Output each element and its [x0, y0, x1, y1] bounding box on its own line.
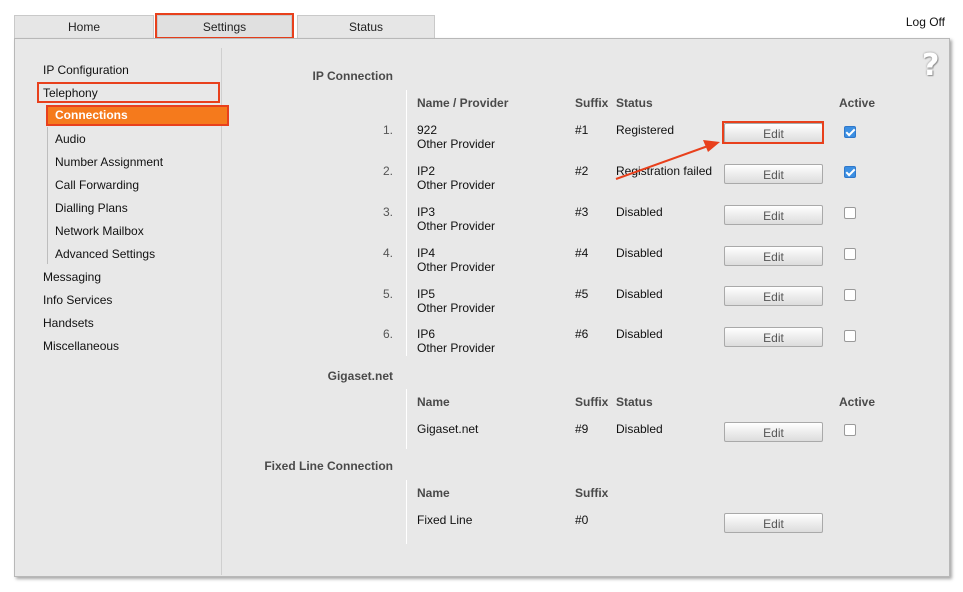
help-icon[interactable]: ?	[922, 48, 939, 83]
nav-call-forwarding[interactable]: Call Forwarding	[55, 178, 139, 192]
connection-suffix: #6	[575, 327, 589, 341]
connection-suffix: #1	[575, 123, 589, 137]
col-header-suffix: Suffix	[575, 96, 609, 110]
active-checkbox-ip4[interactable]	[844, 248, 856, 260]
row-number: 6.	[382, 327, 393, 341]
edit-button-ip1[interactable]: Edit	[724, 123, 823, 143]
ip-section-divider	[406, 90, 407, 356]
edit-button-ip6[interactable]: Edit	[724, 327, 823, 347]
ip-connection-title: IP Connection	[312, 69, 393, 83]
nav-handsets[interactable]: Handsets	[43, 316, 94, 330]
connection-status: Registration failed	[616, 164, 713, 178]
nav-network-mailbox[interactable]: Network Mailbox	[55, 224, 144, 238]
col-header-name: Name	[417, 395, 450, 409]
connection-suffix: #3	[575, 205, 589, 219]
nav-ip-configuration[interactable]: IP Configuration	[43, 63, 129, 77]
connection-status: Disabled	[616, 205, 663, 219]
connection-name: IP3	[417, 205, 436, 219]
nav-messaging[interactable]: Messaging	[43, 270, 101, 284]
nav-miscellaneous[interactable]: Miscellaneous	[43, 339, 119, 353]
connection-name: 922	[417, 123, 438, 137]
connection-name: Gigaset.net	[417, 422, 479, 436]
connection-name: IP2	[417, 164, 436, 178]
gigaset-net-title: Gigaset.net	[327, 369, 393, 383]
connection-provider: Other Provider	[417, 137, 496, 151]
connection-suffix: #2	[575, 164, 589, 178]
connection-status: Registered	[616, 123, 675, 137]
edit-button-ip2[interactable]: Edit	[724, 164, 823, 184]
connection-name: IP5	[417, 287, 436, 301]
connection-suffix: #9	[575, 422, 589, 436]
active-checkbox-ip2[interactable]	[844, 166, 856, 178]
connection-name: Fixed Line	[417, 513, 473, 527]
active-checkbox-ip3[interactable]	[844, 207, 856, 219]
col-header-name: Name	[417, 486, 450, 500]
fixed-section-divider	[406, 480, 407, 544]
col-header-active: Active	[839, 96, 876, 110]
edit-button-fixed-line[interactable]: Edit	[724, 513, 823, 533]
connection-provider: Other Provider	[417, 341, 496, 355]
connection-status: Disabled	[616, 422, 663, 436]
tab-settings[interactable]: Settings	[157, 15, 292, 38]
col-header-active: Active	[839, 395, 876, 409]
connection-provider: Other Provider	[417, 219, 496, 233]
col-header-suffix: Suffix	[575, 486, 609, 500]
submenu-divider	[47, 127, 48, 264]
connection-name: IP4	[417, 246, 436, 260]
gigaset-section-divider	[406, 389, 407, 449]
active-checkbox-ip5[interactable]	[844, 289, 856, 301]
tab-status[interactable]: Status	[297, 15, 435, 38]
active-checkbox-ip6[interactable]	[844, 330, 856, 342]
sidebar-divider	[221, 48, 222, 575]
connection-provider: Other Provider	[417, 260, 496, 274]
edit-button-ip4[interactable]: Edit	[724, 246, 823, 266]
connection-name: IP6	[417, 327, 436, 341]
connection-suffix: #4	[575, 246, 589, 260]
connection-status: Disabled	[616, 246, 663, 260]
col-header-name: Name / Provider	[417, 96, 509, 110]
connection-provider: Other Provider	[417, 301, 496, 315]
row-number: 2.	[382, 164, 393, 178]
active-checkbox-gigaset[interactable]	[844, 424, 856, 436]
row-number: 4.	[382, 246, 393, 260]
row-number: 3.	[382, 205, 393, 219]
connection-status: Disabled	[616, 287, 663, 301]
col-header-status: Status	[616, 96, 653, 110]
tab-home[interactable]: Home	[14, 15, 154, 38]
log-off-link[interactable]: Log Off	[906, 15, 945, 29]
connection-status: Disabled	[616, 327, 663, 341]
nav-advanced-settings[interactable]: Advanced Settings	[55, 247, 155, 261]
connection-suffix: #0	[575, 513, 589, 527]
col-header-suffix: Suffix	[575, 395, 609, 409]
nav-info-services[interactable]: Info Services	[43, 293, 112, 307]
row-number: 5.	[382, 287, 393, 301]
edit-button-ip5[interactable]: Edit	[724, 286, 823, 306]
nav-number-assignment[interactable]: Number Assignment	[55, 155, 163, 169]
nav-connections[interactable]: Connections	[46, 105, 229, 126]
nav-telephony[interactable]: Telephony	[43, 86, 98, 100]
connection-suffix: #5	[575, 287, 589, 301]
connection-provider: Other Provider	[417, 178, 496, 192]
col-header-status: Status	[616, 395, 653, 409]
fixed-line-title: Fixed Line Connection	[264, 459, 393, 473]
edit-button-gigaset[interactable]: Edit	[724, 422, 823, 442]
nav-audio[interactable]: Audio	[55, 132, 86, 146]
nav-dialling-plans[interactable]: Dialling Plans	[55, 201, 128, 215]
edit-button-ip3[interactable]: Edit	[724, 205, 823, 225]
active-checkbox-ip1[interactable]	[844, 126, 856, 138]
row-number: 1.	[382, 123, 393, 137]
